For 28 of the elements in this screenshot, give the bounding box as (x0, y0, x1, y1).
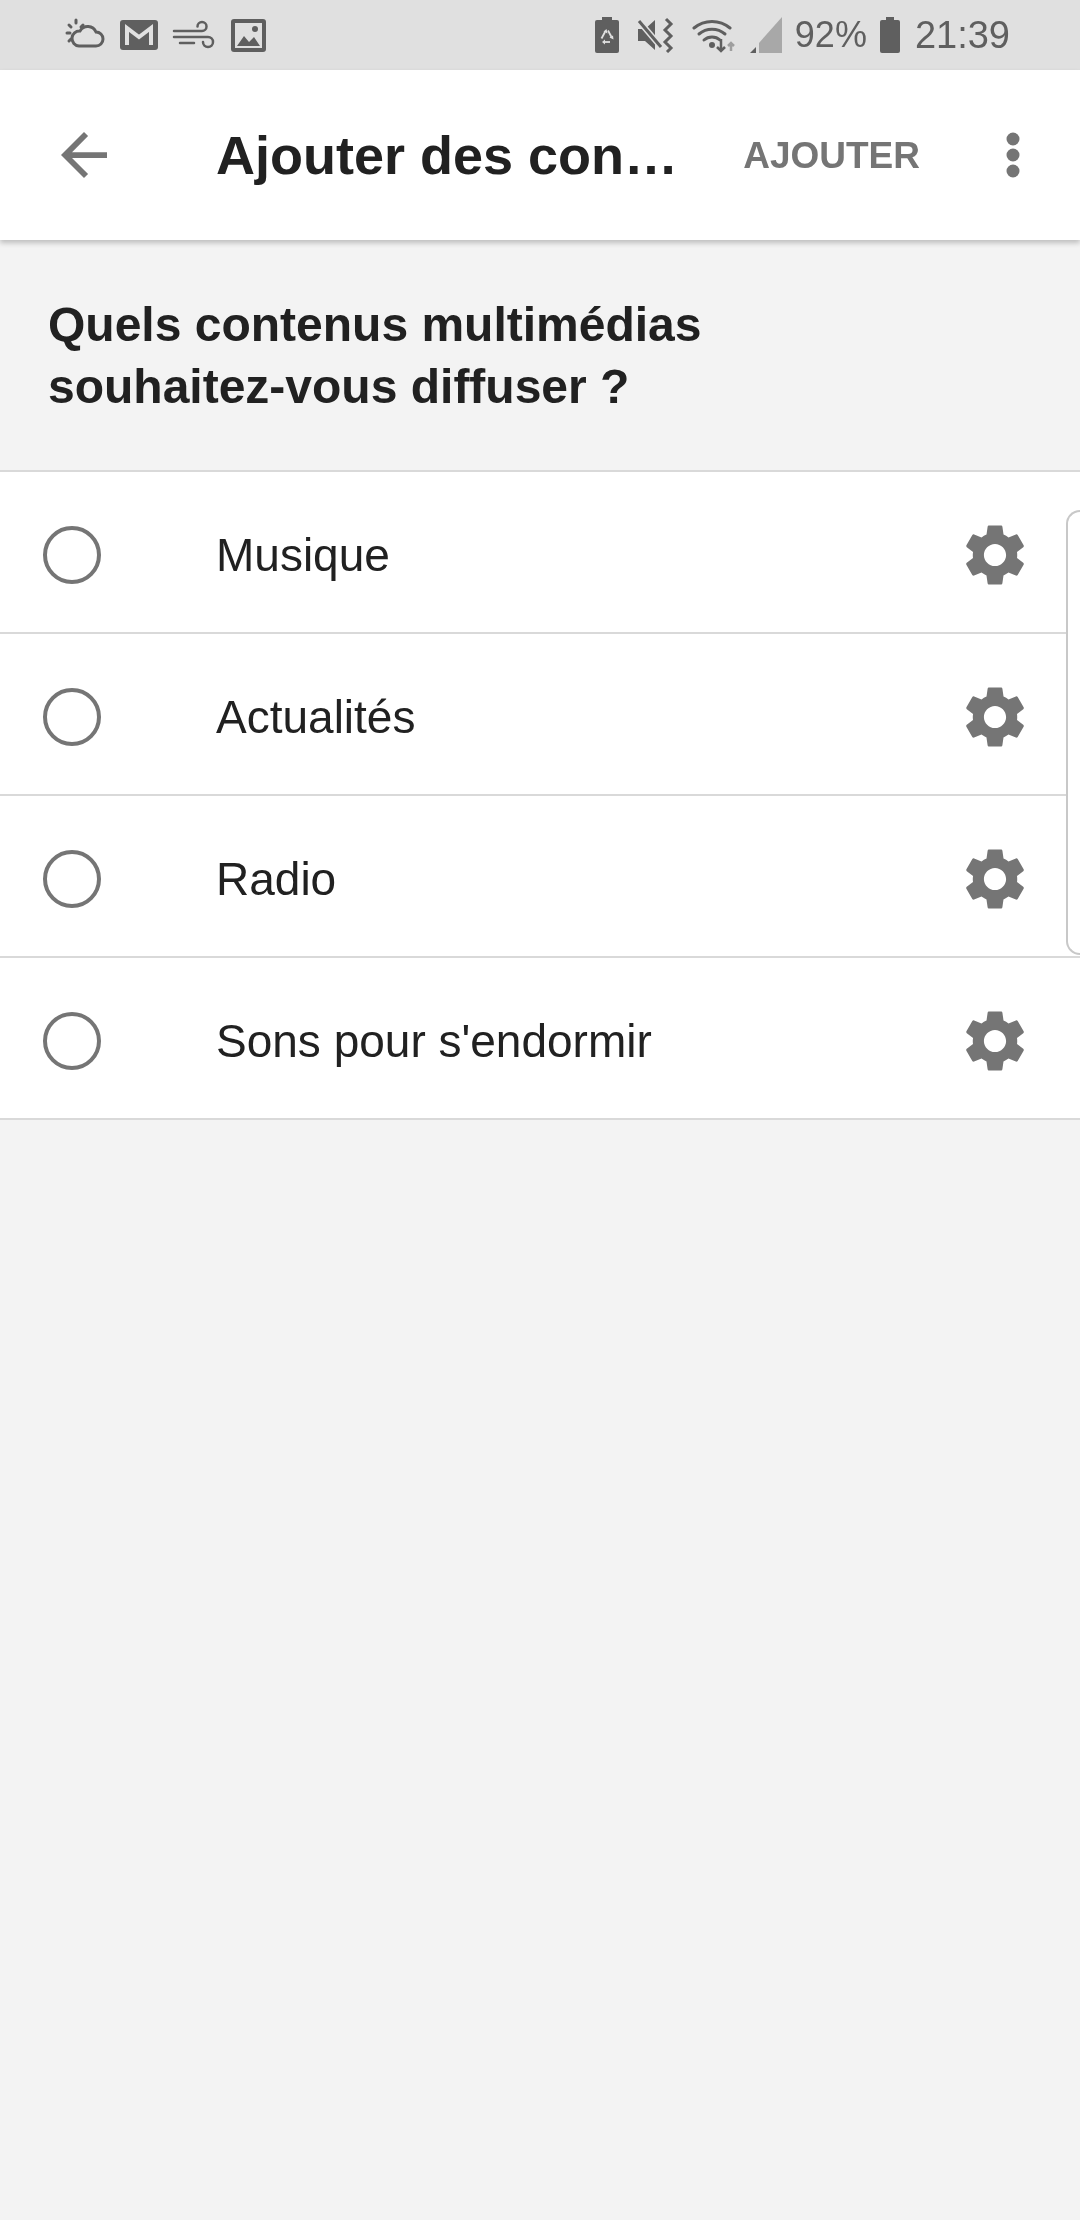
option-label: Actualités (216, 694, 416, 740)
settings-icon[interactable] (966, 524, 1024, 586)
mail-icon (120, 20, 158, 50)
clock-time: 21:39 (914, 16, 1010, 54)
prompt-heading: Quels contenus multimédias souhaitez-vous diffuser ? (48, 297, 703, 415)
more-icon[interactable] (1006, 132, 1020, 178)
add-action[interactable]: AJOUTER (739, 124, 924, 186)
settings-icon[interactable] (966, 1010, 1024, 1072)
battery-icon (879, 17, 900, 53)
radio-button[interactable] (43, 850, 101, 908)
wind-icon (172, 20, 216, 50)
radio-button[interactable] (43, 1012, 101, 1070)
edge-handle-overlay[interactable] (1066, 510, 1080, 955)
option-row[interactable]: Sons pour s'endormir (0, 958, 1080, 1120)
option-row[interactable]: Musique (0, 472, 1080, 634)
back-icon[interactable] (61, 132, 107, 178)
radio-button[interactable] (43, 526, 101, 584)
option-label: Radio (216, 856, 337, 902)
settings-icon[interactable] (966, 686, 1024, 748)
wifi-icon (691, 17, 736, 53)
battery-recycle-icon (594, 17, 619, 53)
settings-icon[interactable] (966, 848, 1024, 910)
speaker-muted-icon (635, 17, 674, 53)
signal-icon (749, 17, 782, 53)
battery-percentage: 92% (794, 17, 867, 53)
option-row[interactable]: Radio (0, 796, 1080, 958)
radio-button[interactable] (43, 688, 101, 746)
image-icon (231, 18, 266, 52)
